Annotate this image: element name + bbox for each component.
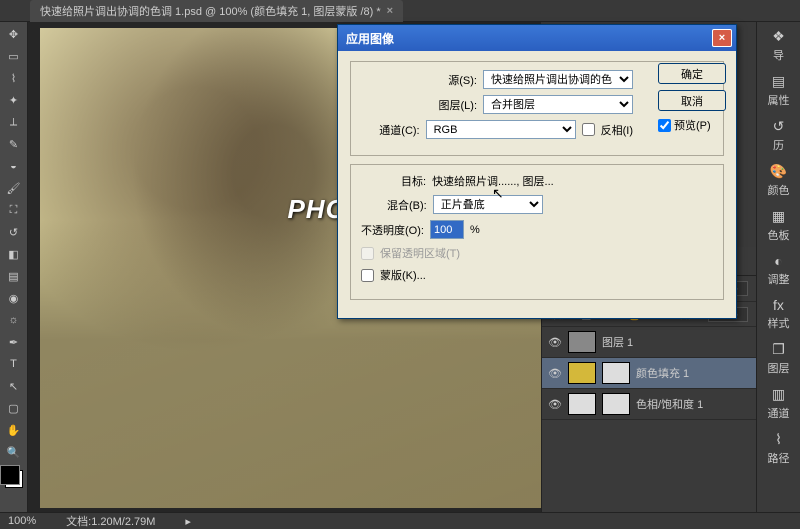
layer-name: 图层 1: [602, 334, 633, 350]
blur-tool[interactable]: ◉: [5, 290, 23, 306]
layer-row[interactable]: 👁 图层 1: [542, 327, 756, 358]
target-label: 目标:: [401, 173, 426, 189]
tab-title: 快速给照片调出协调的色调 1.psd @ 100% (颜色填充 1, 图层蒙版 …: [40, 3, 381, 19]
cursor-icon: ↖: [492, 185, 504, 202]
preserve-transparency-checkbox: [361, 247, 374, 260]
statusbar-chevron-icon[interactable]: ▸: [185, 515, 191, 528]
layer-thumb: [568, 331, 596, 353]
zoom-tool[interactable]: 🔍: [5, 444, 23, 460]
tab-navigator[interactable]: ❖导: [772, 28, 785, 63]
tab-layers[interactable]: ❐图层: [768, 341, 790, 376]
tab-history[interactable]: ↺历: [773, 118, 785, 153]
visibility-icon[interactable]: 👁: [548, 398, 562, 411]
wand-tool[interactable]: ✦: [5, 92, 23, 108]
tab-paths[interactable]: ⌇路径: [768, 431, 790, 466]
layer-row[interactable]: 👁 色相/饱和度 1: [542, 389, 756, 420]
mask-checkbox[interactable]: [361, 269, 374, 282]
opacity-unit: %: [470, 224, 480, 236]
zoom-level[interactable]: 100%: [8, 515, 36, 527]
dialog-title: 应用图像: [346, 30, 394, 47]
eraser-tool[interactable]: ◧: [5, 246, 23, 262]
tab-color[interactable]: 🎨颜色: [768, 163, 790, 198]
preview-label: 预览(P): [674, 117, 711, 133]
layer-mask-thumb: [602, 362, 630, 384]
marquee-tool[interactable]: ▭: [5, 48, 23, 64]
heal-tool[interactable]: ◒: [5, 158, 23, 174]
color-swatch[interactable]: [5, 470, 23, 488]
status-bar: 100% 文档:1.20M/2.79M ▸: [0, 512, 800, 529]
gradient-tool[interactable]: ▤: [5, 268, 23, 284]
preserve-label: 保留透明区域(T): [380, 245, 460, 261]
right-dock-tabs: ❖导 ▤属性 ↺历 🎨颜色 ▦色板 ◐调整 fx样式 ❐图层 ▥通道 ⌇路径: [756, 22, 800, 512]
layer-row[interactable]: 👁 颜色填充 1: [542, 358, 756, 389]
layer-name: 颜色填充 1: [636, 365, 689, 381]
tab-channels[interactable]: ▥通道: [768, 386, 790, 421]
path-tool[interactable]: ↖: [5, 378, 23, 394]
shape-tool[interactable]: ▢: [5, 400, 23, 416]
channel-label: 通道(C):: [379, 122, 419, 138]
layer-mask-thumb: [602, 393, 630, 415]
history-brush-tool[interactable]: ↺: [5, 224, 23, 240]
channel-select[interactable]: RGB: [426, 120, 576, 139]
apply-image-dialog: 应用图像 × 源(S): 快速给照片调出协调的色... 图层(L): 合并图层 …: [337, 24, 737, 319]
pen-tool[interactable]: ✒: [5, 334, 23, 350]
ok-button[interactable]: 确定: [658, 63, 726, 84]
invert-checkbox[interactable]: [582, 123, 595, 136]
eyedropper-tool[interactable]: ✎: [5, 136, 23, 152]
dodge-tool[interactable]: ☼: [5, 312, 23, 328]
preview-checkbox[interactable]: [658, 119, 671, 132]
layer-select[interactable]: 合并图层: [483, 95, 633, 114]
visibility-icon[interactable]: 👁: [548, 367, 562, 380]
source-select[interactable]: 快速给照片调出协调的色...: [483, 70, 633, 89]
cancel-button[interactable]: 取消: [658, 90, 726, 111]
doc-info: 文档:1.20M/2.79M: [66, 513, 155, 529]
close-tab-icon[interactable]: ×: [387, 5, 393, 17]
layer-name: 色相/饱和度 1: [636, 396, 703, 412]
crop-tool[interactable]: ⟂: [5, 114, 23, 130]
dialog-titlebar[interactable]: 应用图像 ×: [338, 25, 736, 51]
opacity-label: 不透明度(O):: [361, 222, 424, 238]
close-icon[interactable]: ×: [712, 29, 732, 47]
hand-tool[interactable]: ✋: [5, 422, 23, 438]
mask-label: 蒙版(K)...: [380, 267, 426, 283]
move-tool[interactable]: ✥: [5, 26, 23, 42]
type-tool[interactable]: T: [5, 356, 23, 372]
layer-thumb: [568, 362, 596, 384]
source-label: 源(S):: [448, 72, 477, 88]
tab-adjustments[interactable]: ◐调整: [768, 253, 790, 287]
lasso-tool[interactable]: ⌇: [5, 70, 23, 86]
layer-thumb: [568, 393, 596, 415]
tools-toolbar: ✥ ▭ ⌇ ✦ ⟂ ✎ ◒ 🖌 ⛶ ↺ ◧ ▤ ◉ ☼ ✒ T ↖ ▢ ✋ 🔍: [0, 22, 28, 512]
visibility-icon[interactable]: 👁: [548, 336, 562, 349]
document-tab[interactable]: 快速给照片调出协调的色调 1.psd @ 100% (颜色填充 1, 图层蒙版 …: [30, 0, 403, 22]
tab-styles[interactable]: fx样式: [768, 297, 790, 331]
brush-tool[interactable]: 🖌: [5, 180, 23, 196]
tab-swatches[interactable]: ▦色板: [768, 208, 790, 243]
tab-properties[interactable]: ▤属性: [768, 73, 790, 108]
layer-label: 图层(L):: [439, 97, 478, 113]
invert-label: 反相(I): [601, 122, 633, 138]
blend-label: 混合(B):: [387, 197, 427, 213]
stamp-tool[interactable]: ⛶: [5, 202, 23, 218]
blend-select[interactable]: 正片叠底: [433, 195, 543, 214]
opacity-input[interactable]: [430, 220, 464, 239]
